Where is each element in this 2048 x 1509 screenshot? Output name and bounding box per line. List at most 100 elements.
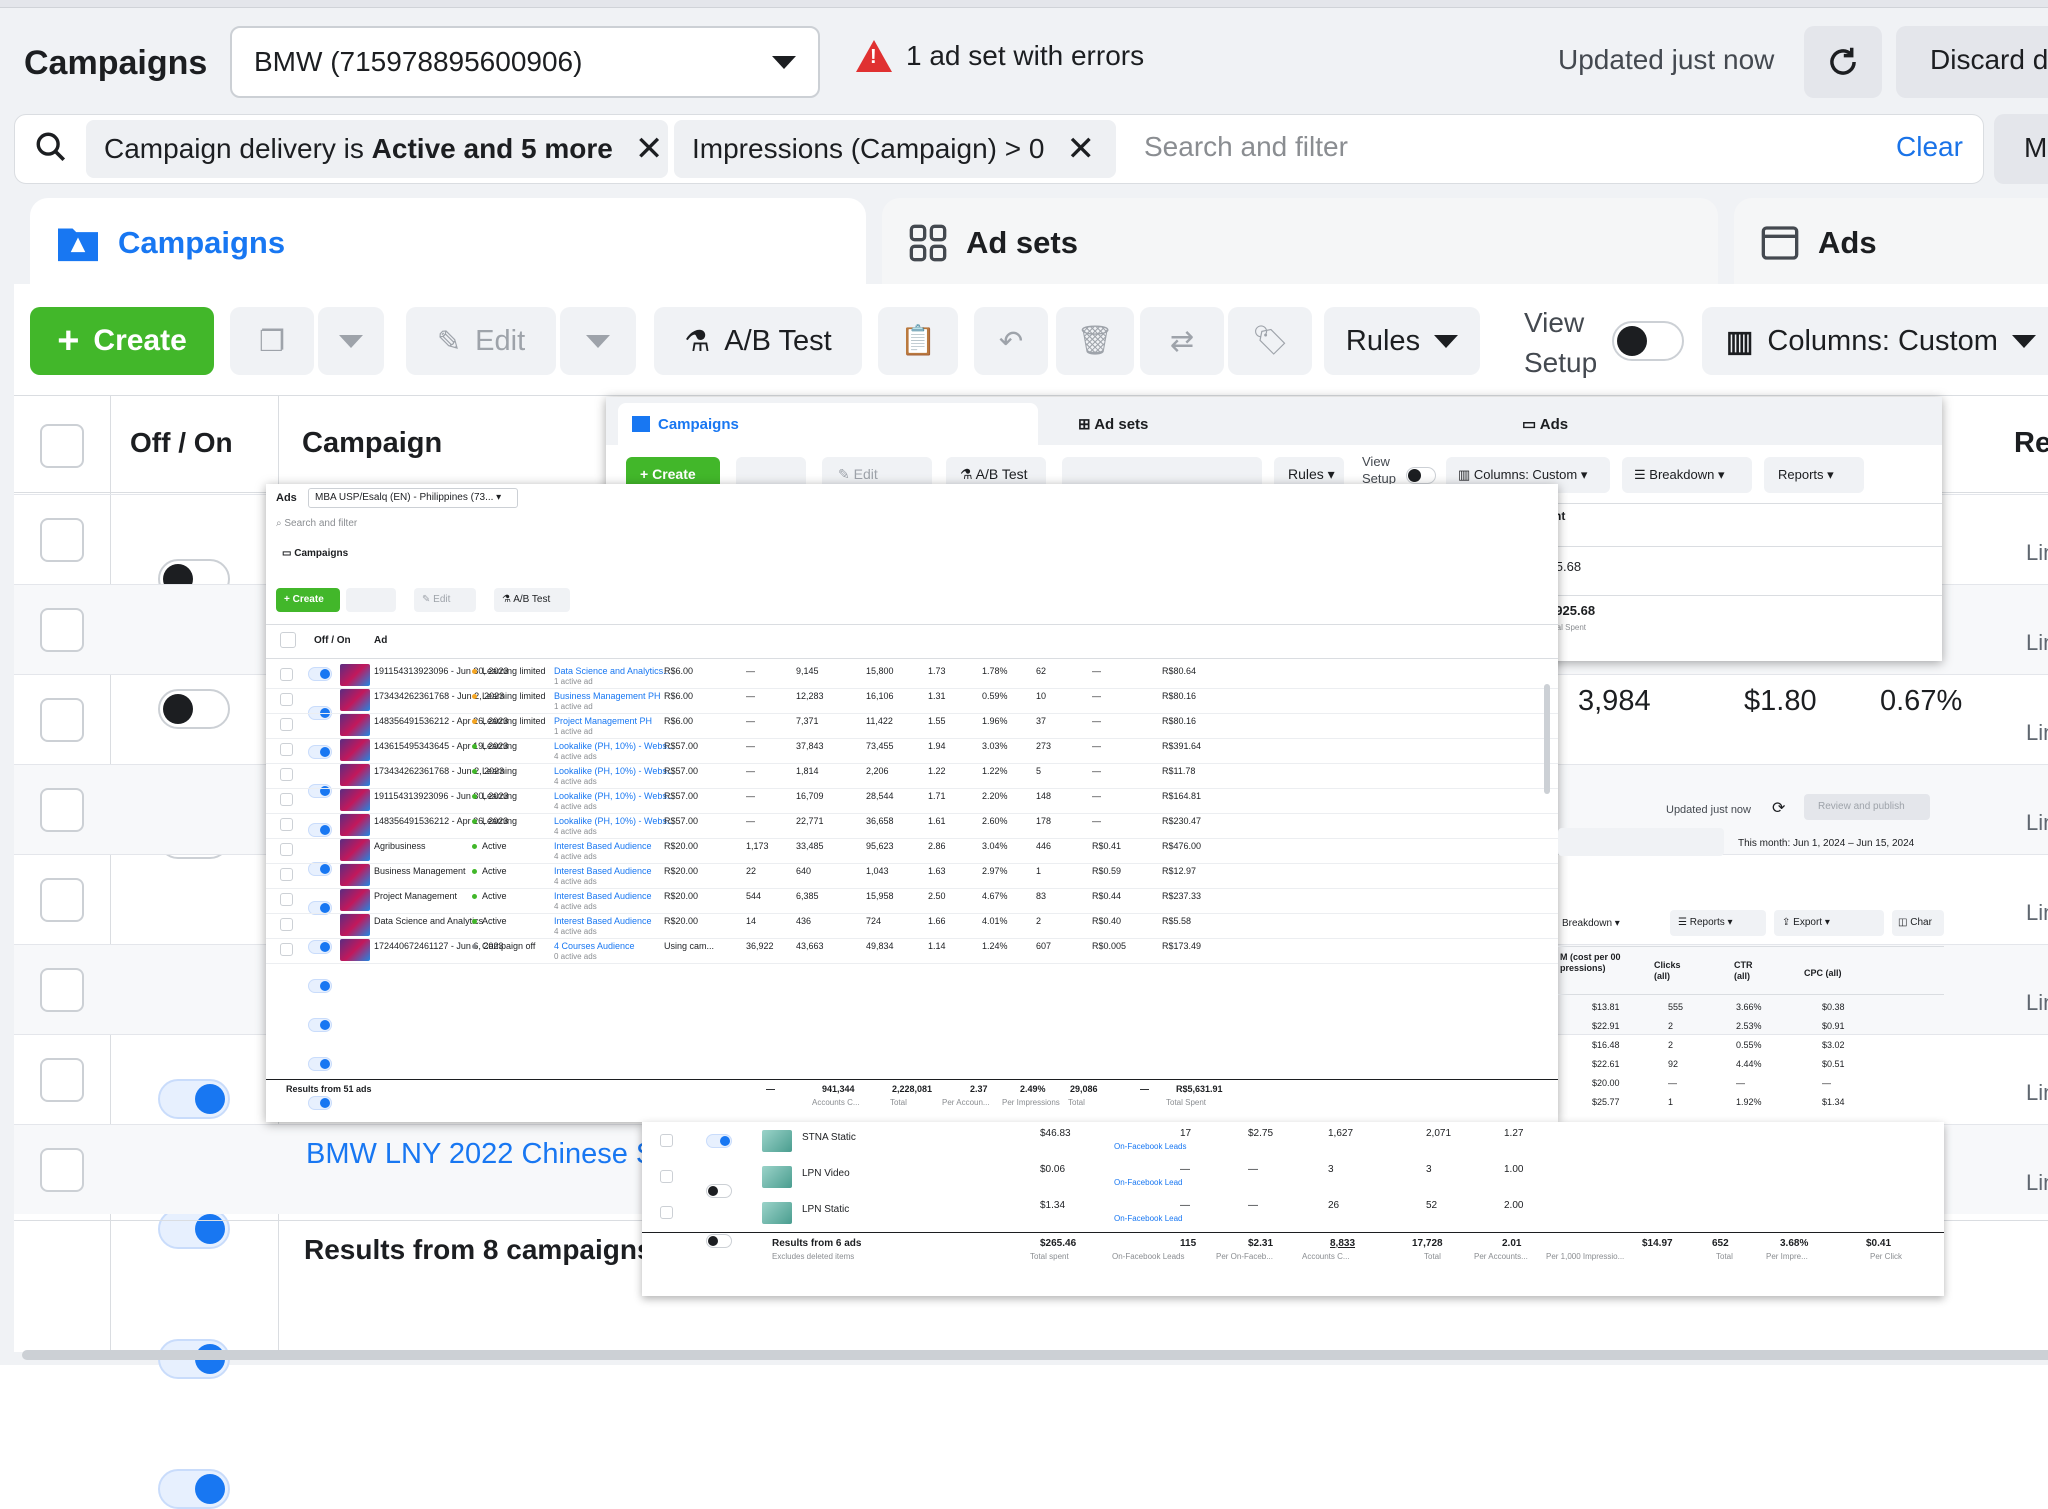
column-header-ad[interactable]: Ad bbox=[374, 635, 387, 646]
close-icon[interactable]: ✕ bbox=[635, 129, 664, 169]
adset-link[interactable]: Interest Based Audience bbox=[554, 841, 652, 851]
search-input[interactable]: ⌕ Search and filter bbox=[276, 518, 357, 529]
row-checkbox[interactable] bbox=[280, 893, 293, 906]
refresh-button[interactable] bbox=[1804, 26, 1882, 98]
row-checkbox[interactable] bbox=[40, 608, 84, 652]
column-header-campaign[interactable]: Campaign bbox=[302, 427, 442, 460]
ad-toggle[interactable] bbox=[308, 862, 332, 876]
discard-drafts-button[interactable]: Discard dr bbox=[1896, 26, 2048, 98]
ad-toggle[interactable] bbox=[308, 823, 332, 837]
view-setup-toggle[interactable] bbox=[1406, 467, 1436, 484]
select-all-checkbox[interactable] bbox=[40, 424, 84, 468]
campaign-toggle[interactable] bbox=[158, 1469, 230, 1509]
row-checkbox[interactable] bbox=[660, 1134, 673, 1147]
row-checkbox[interactable] bbox=[660, 1170, 673, 1183]
ad-toggle[interactable] bbox=[308, 667, 332, 681]
breakdown-button[interactable]: ☰ Breakdown ▾ bbox=[1622, 457, 1752, 493]
breakdown-button[interactable]: Breakdown ▾ bbox=[1562, 918, 1620, 929]
ad-toggle[interactable] bbox=[308, 1018, 332, 1032]
tag-button[interactable]: 🏷 bbox=[1228, 307, 1312, 375]
tab-campaigns[interactable]: ▭ Campaigns bbox=[282, 548, 348, 559]
adset-link[interactable]: Interest Based Audience bbox=[554, 916, 652, 926]
ad-name[interactable]: Data Science and Analytics bbox=[374, 916, 483, 926]
adset-link[interactable]: Lookalike (PH, 10%) - Webs... bbox=[554, 766, 674, 776]
adset-link[interactable]: Lookalike (PH, 10%) - Webs... bbox=[554, 816, 674, 826]
ad-toggle[interactable] bbox=[308, 745, 332, 759]
account-selector[interactable]: BMW (715978895600906) bbox=[230, 26, 820, 98]
row-checkbox[interactable] bbox=[40, 518, 84, 562]
ad-toggle[interactable] bbox=[308, 1057, 332, 1071]
column-header-ctr[interactable]: CTR (all) bbox=[1734, 960, 1770, 982]
row-checkbox[interactable] bbox=[280, 843, 293, 856]
adset-link[interactable]: Business Management PH bbox=[554, 691, 661, 701]
error-notice[interactable]: ! 1 ad set with errors bbox=[856, 40, 1144, 72]
row-checkbox[interactable] bbox=[280, 918, 293, 931]
adset-link[interactable]: Lookalike (PH, 10%) - Webs... bbox=[554, 741, 674, 751]
ad-toggle[interactable] bbox=[706, 1134, 732, 1148]
edit-button[interactable]: ✎ Edit bbox=[406, 307, 556, 375]
create-button[interactable]: + Create bbox=[30, 307, 214, 375]
row-checkbox[interactable] bbox=[40, 1058, 84, 1102]
adset-link[interactable]: 4 Courses Audience bbox=[554, 941, 635, 951]
row-checkbox[interactable] bbox=[280, 743, 293, 756]
ad-toggle[interactable] bbox=[308, 784, 332, 798]
ab-test-button[interactable]: ⚗ A/B Test bbox=[494, 588, 570, 612]
close-icon[interactable]: ✕ bbox=[1066, 129, 1095, 169]
delete-button[interactable]: 🗑 bbox=[1056, 307, 1134, 375]
search-input[interactable]: Search and filter bbox=[1144, 131, 1348, 163]
row-checkbox[interactable] bbox=[660, 1206, 673, 1219]
ad-toggle[interactable] bbox=[308, 940, 332, 954]
tab-ads[interactable]: Ads bbox=[1734, 198, 2048, 288]
ab-test-button[interactable]: ⚗ A/B Test bbox=[654, 307, 862, 375]
campaign-toggle[interactable] bbox=[158, 1209, 230, 1249]
row-checkbox[interactable] bbox=[280, 693, 293, 706]
row-checkbox[interactable] bbox=[280, 718, 293, 731]
column-header-off-on[interactable]: Off / On bbox=[314, 635, 351, 646]
duplicate-button[interactable]: ❐ bbox=[230, 307, 314, 375]
tab-ad-sets[interactable]: ⊞ Ad sets bbox=[1078, 415, 1148, 433]
ad-name[interactable]: Project Management bbox=[374, 891, 457, 901]
ad-name[interactable]: STNA Static bbox=[802, 1132, 856, 1143]
adset-link[interactable]: Data Science and Analytics... bbox=[554, 666, 671, 676]
chart-button[interactable]: ◫ Char bbox=[1892, 910, 1944, 936]
row-checkbox[interactable] bbox=[40, 1148, 84, 1192]
filter-chip-impressions[interactable]: Impressions (Campaign) > 0 ✕ bbox=[674, 120, 1116, 178]
select-all-checkbox[interactable] bbox=[280, 632, 296, 648]
tab-ad-sets[interactable]: Ad sets bbox=[882, 198, 1718, 288]
ad-toggle[interactable] bbox=[308, 979, 332, 993]
create-button[interactable]: + Create bbox=[276, 588, 340, 612]
adset-link[interactable]: Interest Based Audience bbox=[554, 891, 652, 901]
ad-toggle[interactable] bbox=[706, 1184, 732, 1198]
adset-link[interactable]: Project Management PH bbox=[554, 716, 652, 726]
more-button[interactable]: M bbox=[1994, 114, 2048, 184]
date-range[interactable]: This month: Jun 1, 2024 – Jun 15, 2024 bbox=[1738, 838, 1914, 849]
reports-button[interactable]: Reports ▾ bbox=[1764, 457, 1864, 493]
row-checkbox[interactable] bbox=[280, 668, 293, 681]
tab-campaigns[interactable]: Campaigns bbox=[30, 198, 866, 288]
row-checkbox[interactable] bbox=[280, 868, 293, 881]
column-header-results[interactable]: Re bbox=[2014, 427, 2048, 460]
ad-name[interactable]: LPN Static bbox=[802, 1204, 849, 1215]
vertical-scrollbar[interactable] bbox=[1544, 684, 1550, 794]
edit-menu-button[interactable] bbox=[560, 307, 636, 375]
row-checkbox[interactable] bbox=[280, 818, 293, 831]
undo-button[interactable]: ↶ bbox=[974, 307, 1048, 375]
tab-ads[interactable]: ▭ Ads bbox=[1522, 415, 1568, 433]
campaign-name-link[interactable]: BMW LNY 2022 Chinese So bbox=[306, 1138, 671, 1171]
export-button[interactable]: ⇪ Export ▾ bbox=[1774, 910, 1884, 936]
account-selector[interactable]: MBA USP/Esalq (EN) - Philippines (73... … bbox=[308, 488, 518, 508]
horizontal-scrollbar[interactable] bbox=[22, 1350, 2048, 1360]
ad-toggle[interactable] bbox=[308, 1096, 332, 1110]
duplicate-button[interactable] bbox=[346, 588, 396, 612]
duplicate-menu-button[interactable] bbox=[318, 307, 384, 375]
row-checkbox[interactable] bbox=[40, 788, 84, 832]
ad-name[interactable]: Agribusiness bbox=[374, 841, 426, 851]
tab-campaigns[interactable]: Campaigns bbox=[618, 403, 1038, 445]
view-setup-toggle[interactable] bbox=[1612, 321, 1684, 361]
row-checkbox[interactable] bbox=[40, 968, 84, 1012]
refresh-icon[interactable]: ⟳ bbox=[1772, 798, 1785, 818]
rules-button[interactable]: Rules bbox=[1324, 307, 1480, 375]
column-header-clicks[interactable]: Clicks (all) bbox=[1654, 960, 1694, 982]
ad-name[interactable]: LPN Video bbox=[802, 1168, 850, 1179]
column-header-cpm[interactable]: M (cost per 00 pressions) bbox=[1560, 952, 1640, 974]
